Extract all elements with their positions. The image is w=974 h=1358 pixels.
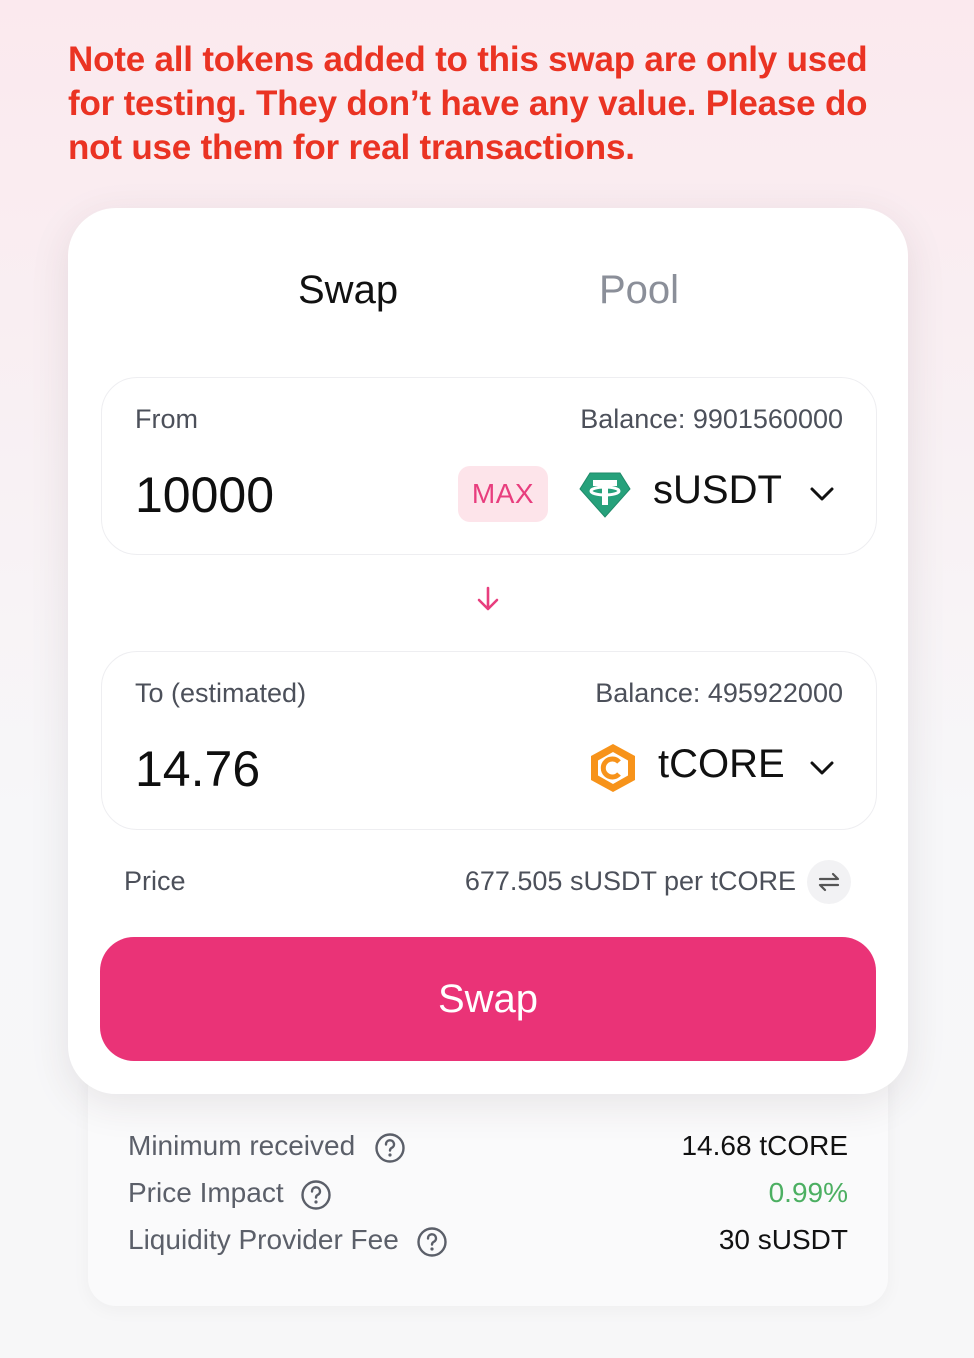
from-panel: From Balance: 9901560000 10000 MAX sUSDT [101, 377, 877, 555]
lp-fee-label: Liquidity Provider Fee [128, 1224, 399, 1255]
testing-notice: Note all tokens added to this swap are o… [68, 40, 868, 167]
arrow-down-icon[interactable] [474, 584, 502, 614]
minimum-received-value: 14.68 tCORE [681, 1130, 848, 1161]
max-button[interactable]: MAX [458, 466, 548, 522]
minimum-received-row: Minimum received 14.68 tCORE [128, 1130, 848, 1170]
swap-arrows-icon [818, 872, 840, 892]
price-value: 677.505 sUSDT per tCORE [464, 866, 796, 896]
from-token-selector[interactable]: sUSDT [578, 464, 838, 524]
tab-pool[interactable]: Pool [599, 262, 679, 318]
from-label: From [135, 404, 198, 434]
lp-fee-value: 30 sUSDT [718, 1224, 848, 1255]
swap-pool-tabs: Swap Pool [68, 262, 908, 322]
to-balance: Balance: 495922000 [595, 678, 843, 708]
tab-swap[interactable]: Swap [298, 262, 398, 318]
question-icon[interactable] [300, 1179, 332, 1211]
to-token-selector[interactable]: tCORE [586, 738, 838, 798]
to-amount-input[interactable]: 14.76 [135, 740, 260, 798]
invert-price-button[interactable] [807, 860, 851, 904]
price-label: Price [124, 866, 186, 896]
price-impact-label: Price Impact [128, 1177, 284, 1208]
question-icon[interactable] [374, 1132, 406, 1164]
question-icon[interactable] [416, 1226, 448, 1258]
from-balance: Balance: 9901560000 [580, 404, 843, 434]
to-token-name: tCORE [658, 742, 785, 786]
to-label: To (estimated) [135, 678, 307, 708]
price-impact-row: Price Impact 0.99% [128, 1177, 848, 1217]
from-token-name: sUSDT [653, 468, 782, 512]
chevron-down-icon [810, 487, 834, 501]
to-panel: To (estimated) Balance: 495922000 14.76 … [101, 651, 877, 830]
from-amount-input[interactable]: 10000 [135, 466, 274, 524]
minimum-received-label: Minimum received [128, 1130, 356, 1161]
tether-icon [579, 472, 631, 518]
lp-fee-row: Liquidity Provider Fee 30 sUSDT [128, 1224, 848, 1264]
price-impact-value: 0.99% [768, 1177, 848, 1208]
swap-button[interactable]: Swap [100, 937, 876, 1061]
core-icon [591, 744, 635, 792]
chevron-down-icon [810, 761, 834, 775]
